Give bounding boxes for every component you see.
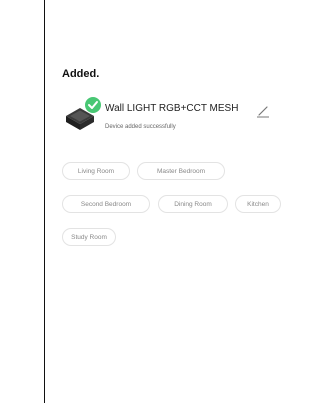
check-icon <box>85 97 101 113</box>
pencil-icon[interactable] <box>256 104 270 118</box>
room-chip-second-bedroom[interactable]: Second Bedroom <box>62 195 150 213</box>
room-chip-dining-room[interactable]: Dining Room <box>158 195 228 213</box>
page-title: Added. <box>62 68 100 80</box>
room-chip-kitchen[interactable]: Kitchen <box>235 195 281 213</box>
room-chip-living-room[interactable]: Living Room <box>62 162 130 180</box>
screen-frame-edge <box>44 0 45 403</box>
light-bulb-icon <box>66 97 101 130</box>
room-chip-master-bedroom[interactable]: Master Bedroom <box>137 162 225 180</box>
room-chip-study-room[interactable]: Study Room <box>62 228 116 246</box>
device-name: Wall LIGHT RGB+CCT MESH <box>105 103 239 114</box>
device-status: Device added successfully <box>105 124 176 130</box>
